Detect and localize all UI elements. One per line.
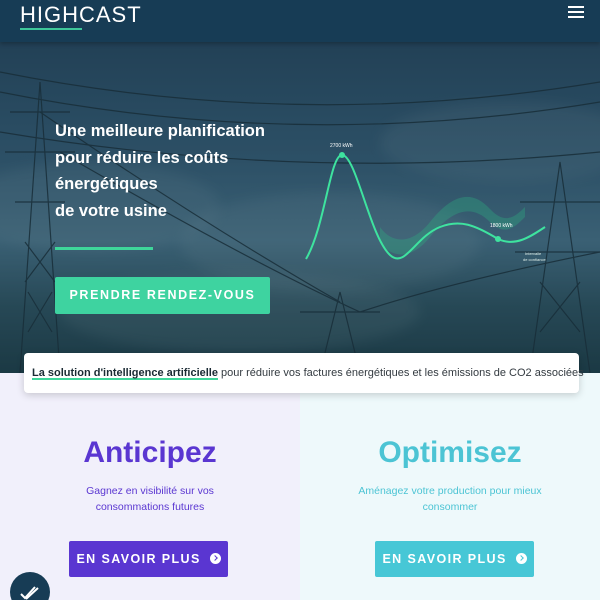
tagline-text: pour réduire vos factures énergétiques e… [218,367,584,379]
anticipate-learn-more-button[interactable]: EN SAVOIR PLUS [69,541,228,577]
confidence-label-2: de confiance [523,257,546,262]
optimize-panel: Optimisez Aménagez votre production pour… [300,373,600,600]
button-label: EN SAVOIR PLUS [382,552,507,566]
optimize-learn-more-button[interactable]: EN SAVOIR PLUS [375,541,534,577]
hamburger-menu-icon[interactable] [568,6,584,20]
forecast-label-peak: 2700 kWh [330,143,353,149]
tagline-card: La solution d'intelligence artificielle … [24,353,584,393]
forecast-point-peak [339,152,345,158]
hero-title-line: de votre usine [55,201,167,220]
forecast-line [305,153,546,260]
optimize-title: Optimisez [378,436,522,469]
anticipate-description: Gagnez en visibilité sur vos consommatio… [86,485,214,513]
button-label: EN SAVOIR PLUS [76,552,201,566]
hero-title-line: énergétiques [55,175,158,193]
site-header: HIGHCAST [0,0,600,42]
anticipate-title: Anticipez [83,436,217,469]
logo-underline [20,28,82,30]
anticipate-panel: Anticipez Gagnez en visibilité sur vos c… [0,373,300,600]
forecast-point-low [495,236,501,242]
forecast-illustration: 2700 kWh 1800 kWh Intervalle de confianc… [305,143,546,262]
hero-title: Une meilleure planification pour réduire… [55,118,295,224]
hero-underline [55,247,153,250]
hero-title-line: Une meilleure planification [55,122,265,140]
book-appointment-button[interactable]: PRENDRE RENDEZ-VOUS [55,277,270,314]
arrow-circle-right-icon [515,553,527,564]
optimize-description: Aménagez votre production pour mieux con… [358,485,542,513]
hero-section: Une meilleure planification pour réduire… [0,42,600,373]
arrow-circle-right-icon [209,553,221,564]
hero-title-line: pour réduire les coûts [55,148,229,167]
confidence-label-1: Intervalle [525,251,542,256]
logo[interactable]: HIGHCAST [20,2,142,28]
tagline-highlight: La solution d'intelligence artificielle [32,367,218,379]
forecast-label-low: 1800 kWh [490,223,513,229]
